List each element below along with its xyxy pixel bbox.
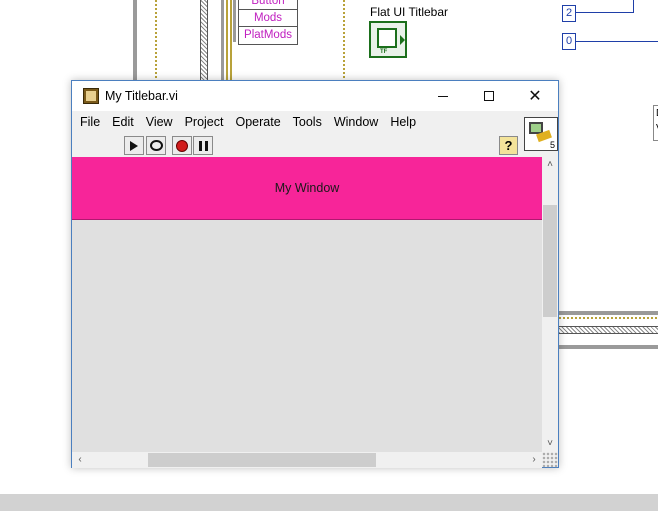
close-icon: ✕ [528, 88, 542, 105]
wire-grey-vertical-2 [221, 0, 224, 82]
close-button[interactable]: ✕ [512, 81, 558, 111]
vi-connector-icon[interactable]: 5 [524, 117, 558, 151]
flat-ui-titlebar-label: Flat UI Titlebar [370, 5, 449, 19]
front-panel-area[interactable]: My Window [72, 157, 542, 452]
vertical-scrollbar[interactable]: ˄ ˅ [542, 157, 558, 452]
vi-front-panel-window[interactable]: My Titlebar.vi ✕ File Edit View Project … [71, 80, 559, 468]
numeric-constant-bottom[interactable]: 0 [562, 33, 576, 50]
offscreen-node: D V [653, 105, 658, 141]
horizontal-scroll-thumb[interactable] [148, 453, 376, 467]
terminal-type-label: TF [380, 49, 388, 55]
menu-project[interactable]: Project [180, 112, 231, 132]
run-arrow-icon [130, 140, 138, 151]
diagram-bottom-bar [0, 494, 658, 511]
abort-stop-icon [176, 139, 188, 152]
window-titlebar[interactable]: My Titlebar.vi ✕ [72, 81, 558, 111]
pause-icon [198, 140, 208, 151]
cluster-element-list: Button Mods PlatMods [238, 0, 298, 45]
scroll-up-icon[interactable]: ˄ [542, 157, 558, 173]
run-continuously-icon [149, 140, 163, 151]
wire-olive-horizontal [559, 317, 658, 319]
terminal-arrow-icon [400, 35, 405, 45]
menu-help[interactable]: Help [385, 112, 423, 132]
resize-grip-icon[interactable] [542, 452, 558, 468]
wire-cluster-horizontal [559, 326, 658, 334]
cluster-item: PlatMods [244, 29, 292, 41]
minimize-icon [438, 95, 448, 97]
menu-tools[interactable]: Tools [288, 112, 329, 132]
menu-view[interactable]: View [141, 112, 180, 132]
custom-titlebar-banner[interactable]: My Window [72, 157, 542, 220]
window-title: My Titlebar.vi [105, 89, 178, 103]
menu-file[interactable]: File [75, 112, 107, 132]
wire-grey-horizontal-2 [559, 345, 658, 349]
wire-blue-top-h [576, 12, 634, 13]
context-help-button[interactable]: ? [499, 136, 518, 155]
terminal-inner-icon [377, 28, 397, 48]
cluster-item: Button [239, 0, 297, 10]
wire-grey-horizontal [559, 311, 658, 315]
wire-blue-bottom-h [576, 41, 658, 42]
minimize-button[interactable] [420, 81, 466, 111]
menu-operate[interactable]: Operate [230, 112, 287, 132]
cluster-item: Mods [239, 10, 297, 27]
wire-cluster-vertical [200, 0, 208, 82]
labview-vi-icon[interactable] [83, 88, 99, 104]
banner-title: My Window [274, 181, 340, 195]
maximize-button[interactable] [466, 81, 512, 111]
scroll-down-icon[interactable]: ˅ [542, 436, 558, 452]
vi-icon-number: 5 [549, 140, 555, 150]
maximize-icon [484, 91, 494, 101]
menu-window[interactable]: Window [329, 112, 385, 132]
wire-grey-vertical [133, 0, 137, 82]
menu-edit[interactable]: Edit [107, 112, 141, 132]
flat-ui-titlebar-terminal[interactable]: TF [369, 21, 407, 58]
vi-toolbar [72, 132, 558, 157]
menu-bar: File Edit View Project Operate Tools Win… [72, 111, 558, 132]
run-button[interactable] [124, 136, 144, 155]
scroll-left-icon[interactable]: ‹ [72, 452, 88, 468]
scroll-right-icon[interactable]: › [526, 452, 542, 468]
vertical-scroll-thumb[interactable] [543, 205, 557, 317]
abort-button[interactable] [172, 136, 192, 155]
horizontal-scrollbar[interactable]: ‹ › [72, 452, 542, 468]
wire-grey-vertical-3 [233, 0, 236, 42]
run-continuously-button[interactable] [146, 136, 166, 155]
pause-button[interactable] [193, 136, 213, 155]
wire-olive-vertical-3 [343, 0, 345, 82]
wire-olive-vertical [155, 0, 157, 82]
wire-blue-top-v [633, 0, 634, 13]
wire-olive-vertical-2 [226, 0, 232, 82]
numeric-constant-top[interactable]: 2 [562, 5, 576, 22]
